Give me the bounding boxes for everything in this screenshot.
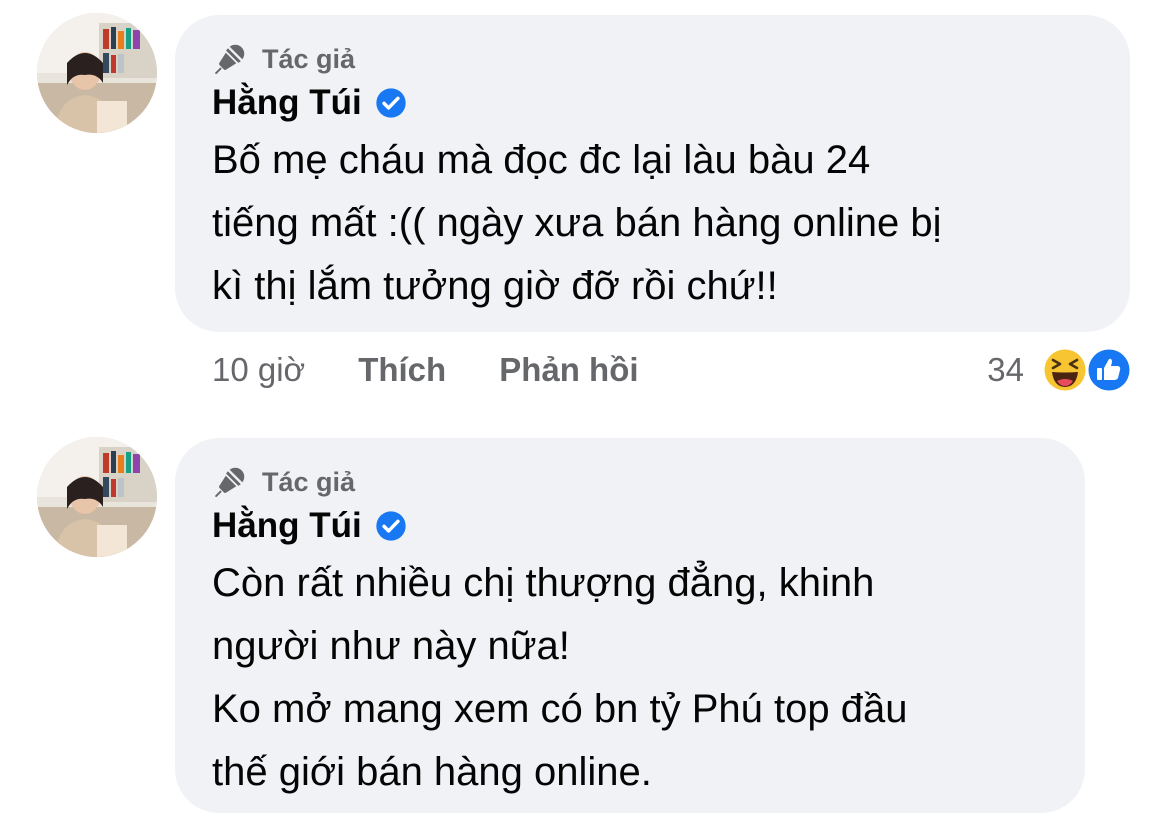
avatar-photo-icon bbox=[37, 437, 157, 557]
verified-check-icon bbox=[376, 511, 406, 541]
comment-text: Còn rất nhiều chị thượng đẳng, khinh ngư… bbox=[212, 561, 908, 794]
microphone-icon bbox=[215, 467, 245, 498]
reaction-summary[interactable]: 34 bbox=[987, 345, 1134, 395]
reaction-count: 34 bbox=[987, 351, 1024, 388]
author-row: Hằng Túi bbox=[212, 81, 1094, 125]
author-badge-label: Tác giả bbox=[262, 43, 356, 74]
author-name[interactable]: Hằng Túi bbox=[212, 506, 362, 546]
avatar[interactable] bbox=[37, 13, 157, 133]
author-row: Hằng Túi bbox=[212, 504, 1049, 548]
author-badge[interactable]: Tác giả bbox=[212, 39, 1094, 79]
reply-button[interactable]: Phản hồi bbox=[499, 351, 638, 389]
like-button[interactable]: Thích bbox=[358, 351, 446, 389]
author-badge-label: Tác giả bbox=[262, 466, 356, 497]
comment-bubble: Tác giả Hằng Túi Bố mẹ cháu mà đọc đc lạ… bbox=[175, 15, 1130, 332]
author-badge[interactable]: Tác giả bbox=[212, 462, 1049, 502]
author-name[interactable]: Hằng Túi bbox=[212, 83, 362, 123]
verified-check-icon bbox=[376, 88, 406, 118]
like-thumb-icon bbox=[1086, 347, 1132, 393]
haha-emoji-icon bbox=[1042, 347, 1088, 393]
comment-bubble: Tác giả Hằng Túi Còn rất nhiều chị thượn… bbox=[175, 438, 1085, 813]
avatar-photo-icon bbox=[37, 13, 157, 133]
comment-text: Bố mẹ cháu mà đọc đc lại làu bàu 24 tiến… bbox=[212, 138, 942, 308]
comment-actions: 10 giờ Thích Phản hồi bbox=[212, 345, 639, 395]
comment-time[interactable]: 10 giờ bbox=[212, 351, 305, 389]
avatar[interactable] bbox=[37, 437, 157, 557]
microphone-icon bbox=[215, 44, 245, 75]
